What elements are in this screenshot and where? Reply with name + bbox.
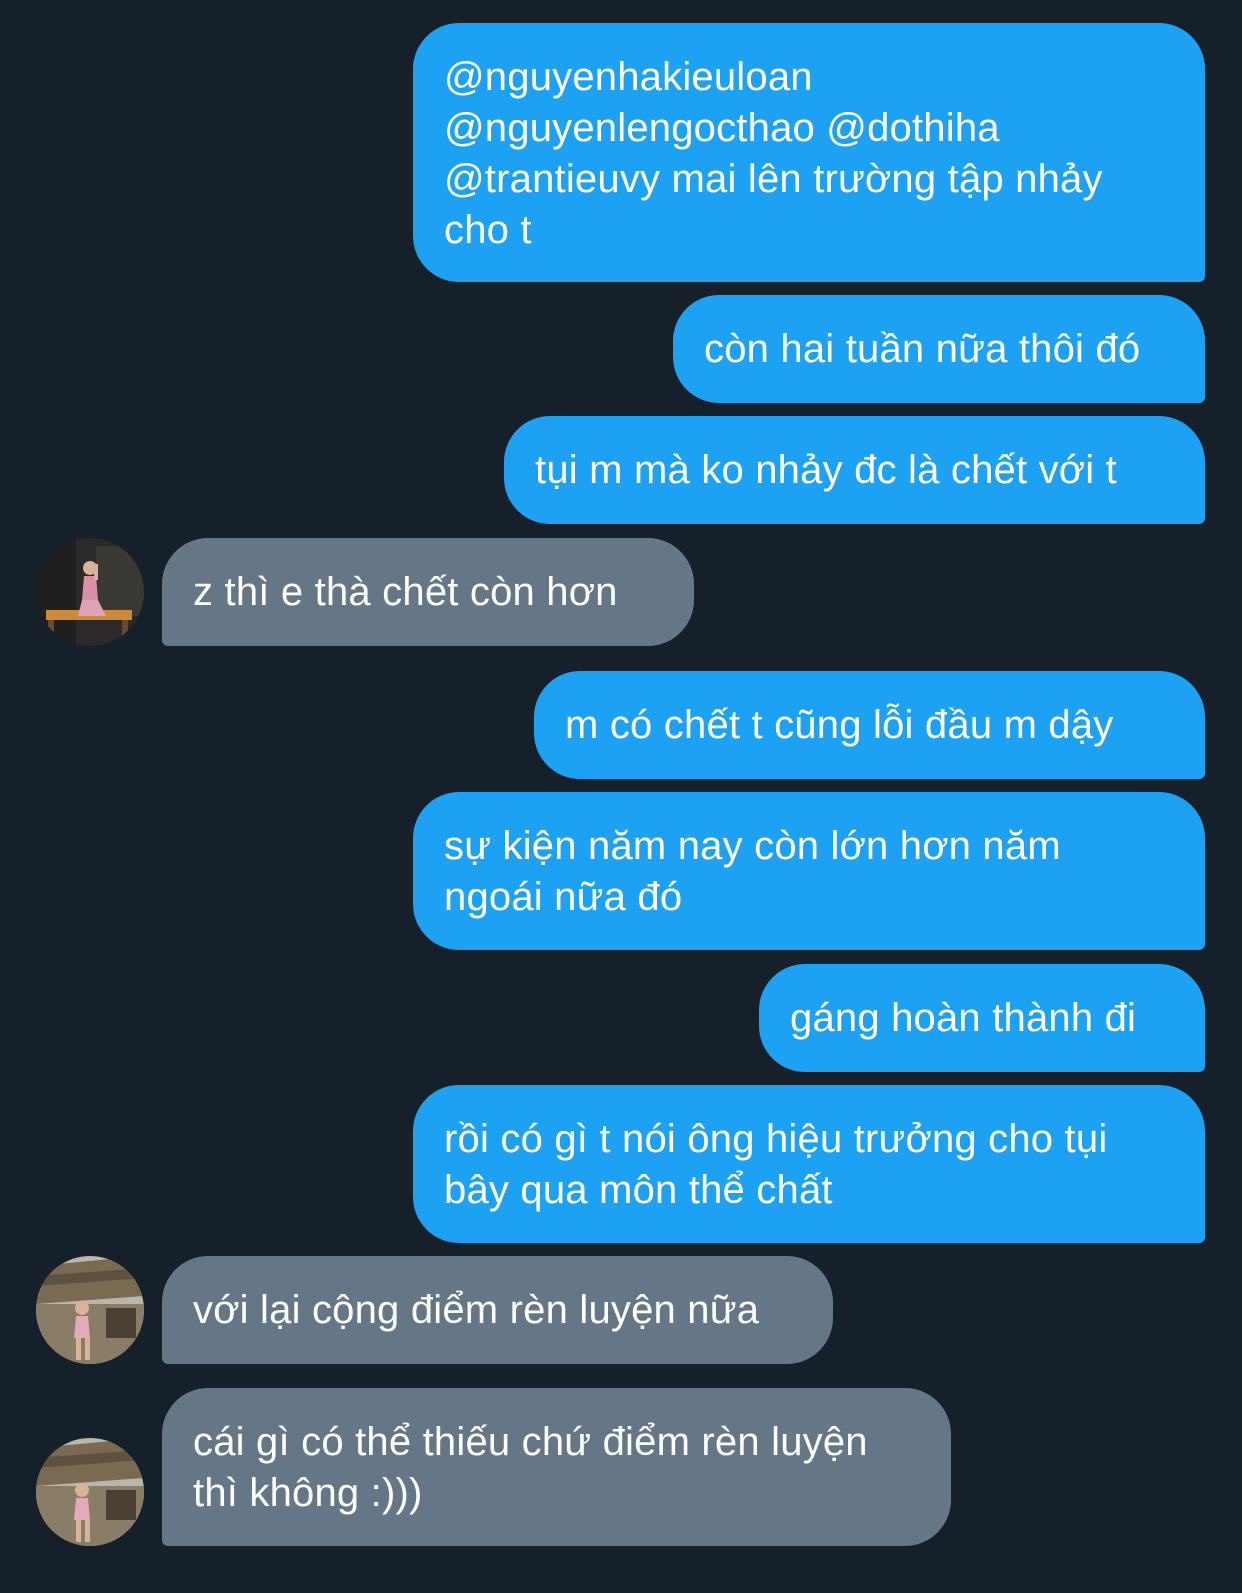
contact-avatar[interactable] (36, 1256, 144, 1364)
message-bubble-received[interactable]: với lại cộng điểm rèn luyện nữa (162, 1256, 833, 1364)
message-bubble-sent[interactable]: @nguyenhakieuloan @nguyenlengocthao @dot… (413, 23, 1205, 282)
message-bubble-sent[interactable]: rồi có gì t nói ông hiệu trưởng cho tụi … (413, 1085, 1205, 1243)
message-bubble-received[interactable]: cái gì có thể thiếu chứ điểm rèn luyện t… (162, 1388, 951, 1546)
contact-avatar[interactable] (36, 538, 144, 646)
message-bubble-sent[interactable]: tụi m mà ko nhảy đc là chết với t (504, 416, 1205, 524)
message-bubble-sent[interactable]: còn hai tuần nữa thôi đó (673, 295, 1205, 403)
contact-avatar-image (36, 538, 144, 646)
message-bubble-received[interactable]: z thì e thà chết còn hơn (162, 538, 694, 646)
contact-avatar[interactable] (36, 1438, 144, 1546)
contact-avatar-image (36, 1256, 144, 1364)
message-bubble-sent[interactable]: gáng hoàn thành đi (759, 964, 1205, 1072)
message-bubble-sent[interactable]: m có chết t cũng lỗi đầu m dậy (534, 671, 1205, 779)
contact-avatar-image (36, 1438, 144, 1546)
message-bubble-sent[interactable]: sự kiện năm nay còn lớn hơn năm ngoái nữ… (413, 792, 1205, 950)
